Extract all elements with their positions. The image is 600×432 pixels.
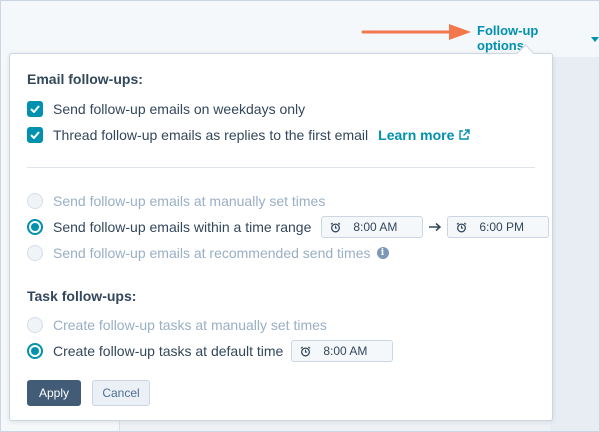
task-default-time-option[interactable]: Create follow-up tasks at default time 8… [27, 340, 394, 362]
thread-replies-option[interactable]: Thread follow-up emails as replies to th… [27, 124, 471, 146]
recommended-times-option[interactable]: Send follow-up emails at recommended sen… [27, 242, 389, 264]
task-manual-times-option[interactable]: Create follow-up tasks at manually set t… [27, 314, 327, 336]
check-icon [30, 105, 40, 113]
follow-up-options-label: Follow-up options [477, 23, 539, 53]
caret-down-icon [591, 36, 599, 42]
task-time-value: 8:00 AM [323, 344, 368, 358]
task-default-time-label: Create follow-up tasks at default time [53, 343, 284, 359]
start-time-value: 8:00 AM [353, 220, 398, 234]
external-link-icon [459, 129, 471, 140]
annotation-arrow-icon [361, 24, 471, 40]
alarm-clock-icon [300, 345, 311, 357]
check-icon [30, 131, 40, 139]
alarm-clock-icon [330, 221, 341, 233]
weekdays-only-option[interactable]: Send follow-up emails on weekdays only [27, 98, 305, 120]
start-time-input[interactable]: 8:00 AM [321, 216, 424, 238]
follow-up-options-popover: Email follow-ups: Send follow-up emails … [9, 44, 553, 421]
manual-times-option[interactable]: Send follow-up emails at manually set ti… [27, 190, 325, 212]
learn-more-label: Learn more [378, 127, 455, 143]
screenshot-frame: Follow-up options Email follow-ups: Send… [0, 0, 600, 432]
email-section-title: Email follow-ups: [27, 71, 143, 87]
cancel-button[interactable]: Cancel [92, 380, 150, 406]
weekdays-only-label: Send follow-up emails on weekdays only [53, 101, 306, 117]
end-time-value: 6:00 PM [479, 220, 525, 234]
time-range-option[interactable]: Send follow-up emails within a time rang… [27, 216, 550, 238]
info-icon[interactable]: i [376, 247, 389, 259]
alarm-clock-icon [456, 221, 467, 233]
time-range-label: Send follow-up emails within a time rang… [53, 219, 312, 235]
recommended-times-radio[interactable] [27, 245, 43, 261]
time-range-radio[interactable] [27, 219, 43, 235]
follow-up-options-dropdown[interactable]: Follow-up options [477, 23, 599, 53]
thread-replies-checkbox[interactable] [27, 127, 43, 143]
end-time-input[interactable]: 6:00 PM [447, 216, 550, 238]
task-time-input[interactable]: 8:00 AM [291, 340, 394, 362]
section-divider [27, 167, 535, 168]
manual-times-radio[interactable] [27, 193, 43, 209]
learn-more-link[interactable]: Learn more [378, 127, 471, 143]
recommended-times-label: Send follow-up emails at recommended sen… [53, 245, 371, 261]
task-manual-times-radio[interactable] [27, 317, 43, 333]
apply-button[interactable]: Apply [27, 380, 81, 406]
thread-replies-label: Thread follow-up emails as replies to th… [53, 127, 369, 143]
task-default-time-radio[interactable] [27, 343, 43, 359]
task-manual-times-label: Create follow-up tasks at manually set t… [53, 317, 327, 333]
task-section-title: Task follow-ups: [27, 288, 137, 304]
manual-times-label: Send follow-up emails at manually set ti… [53, 193, 326, 209]
arrow-right-icon [429, 222, 442, 232]
weekdays-only-checkbox[interactable] [27, 101, 43, 117]
